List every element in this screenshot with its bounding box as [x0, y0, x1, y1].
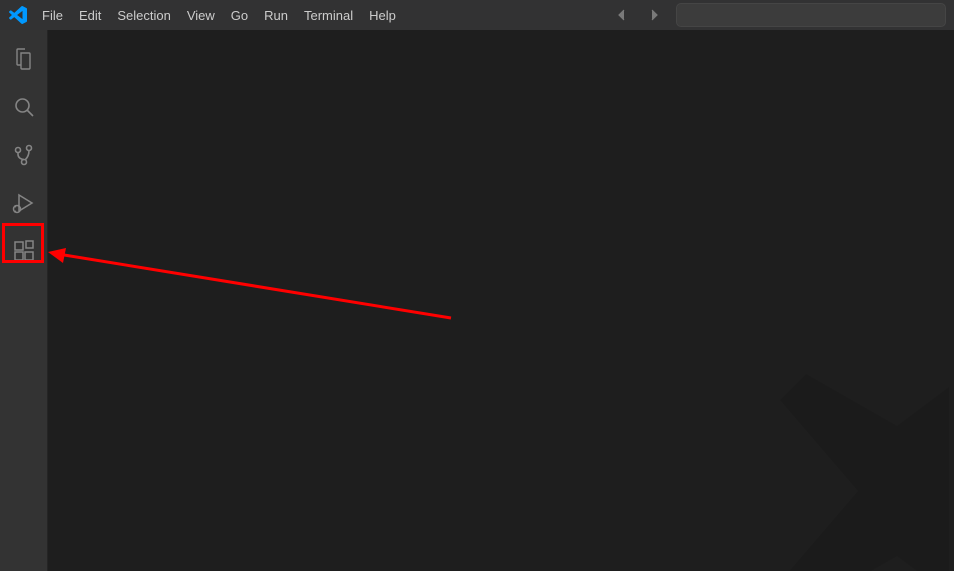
vscode-watermark-icon [754, 361, 954, 571]
activitybar [0, 30, 48, 571]
source-control-icon [12, 143, 36, 170]
menu-go[interactable]: Go [223, 0, 256, 30]
nav-back-icon[interactable] [612, 5, 632, 25]
editor-area [48, 30, 954, 571]
activity-source-control[interactable] [0, 132, 48, 180]
nav-forward-icon[interactable] [644, 5, 664, 25]
activity-explorer[interactable] [0, 36, 48, 84]
menu-selection[interactable]: Selection [109, 0, 178, 30]
titlebar: File Edit Selection View Go Run Terminal… [0, 0, 954, 30]
activity-run-debug[interactable] [0, 180, 48, 228]
menu-view[interactable]: View [179, 0, 223, 30]
extensions-icon [12, 239, 36, 266]
vscode-logo-icon [4, 1, 32, 29]
search-icon [12, 95, 36, 122]
menu-help[interactable]: Help [361, 0, 404, 30]
menubar: File Edit Selection View Go Run Terminal… [34, 0, 404, 30]
command-center-search[interactable] [676, 3, 946, 27]
menu-run[interactable]: Run [256, 0, 296, 30]
activity-search[interactable] [0, 84, 48, 132]
run-debug-icon [12, 191, 36, 218]
titlebar-right [612, 3, 950, 27]
menu-terminal[interactable]: Terminal [296, 0, 361, 30]
menu-file[interactable]: File [34, 0, 71, 30]
menu-edit[interactable]: Edit [71, 0, 109, 30]
main-area [0, 30, 954, 571]
files-icon [12, 47, 36, 74]
activity-extensions[interactable] [0, 228, 48, 276]
